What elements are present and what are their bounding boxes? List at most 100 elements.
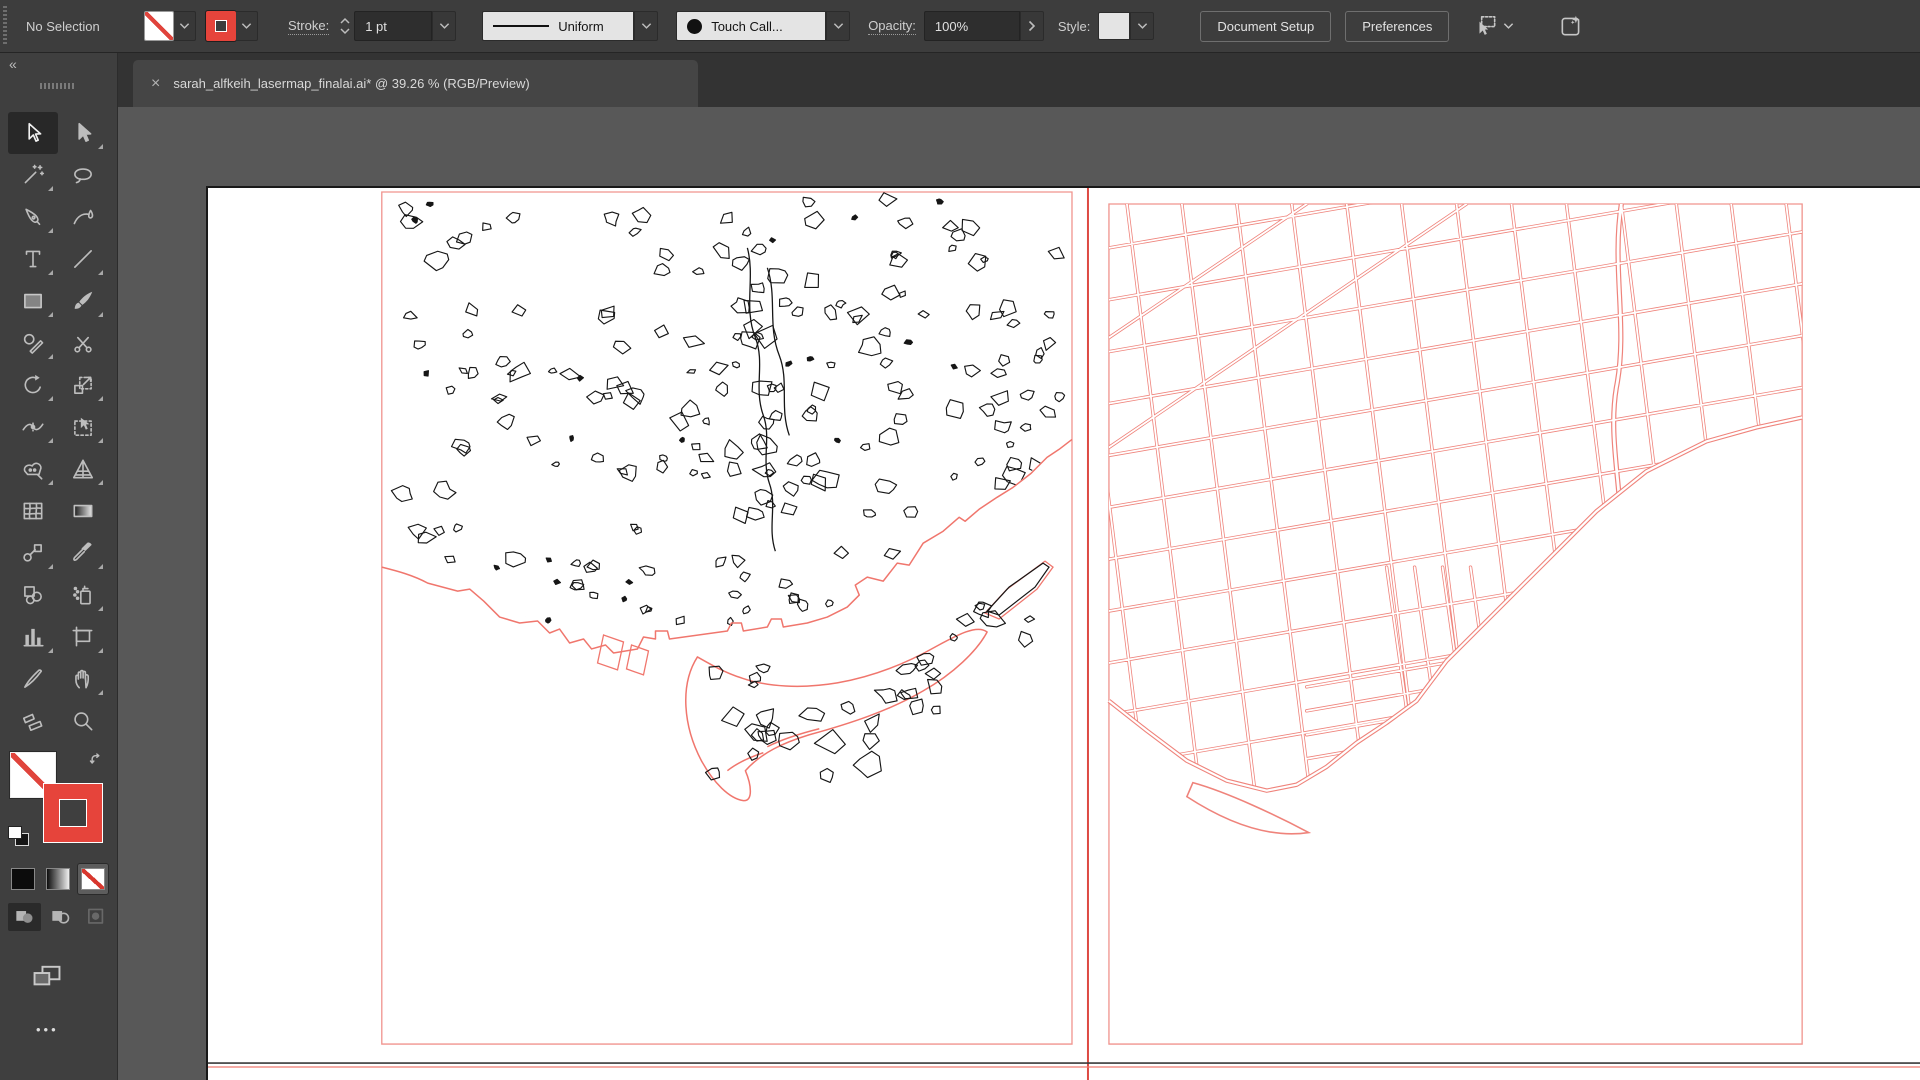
tool-gradient[interactable] [58, 490, 108, 532]
tool-rotate[interactable] [8, 364, 58, 406]
tool-zoom[interactable] [58, 700, 108, 742]
tool-selection[interactable] [8, 112, 58, 154]
style-label[interactable]: Style: [1058, 19, 1091, 34]
tools-panel: ••• [0, 107, 118, 1080]
tool-scale[interactable] [58, 364, 108, 406]
artwork [208, 188, 1920, 1080]
chevron-down-icon[interactable] [826, 11, 850, 41]
select-similar-icon[interactable] [1473, 13, 1499, 39]
tool-artboard[interactable] [58, 616, 108, 658]
left-map-buildings [389, 193, 1065, 627]
control-bar: No Selection Stroke: 1 pt Uniform Touch … [0, 0, 1920, 53]
tab-strip: « × sarah_alfkeih_lasermap_finalai.ai* @… [0, 53, 1920, 107]
left-map-shoreline [382, 439, 1072, 653]
collapse-panel-icon[interactable]: « [9, 56, 16, 72]
tool-blend[interactable] [8, 532, 58, 574]
tool-symbols[interactable] [8, 574, 58, 616]
tool-eyedropper[interactable] [58, 532, 108, 574]
tool-knife[interactable] [8, 658, 58, 700]
swap-fill-stroke-icon[interactable] [88, 752, 108, 777]
width-profile-value: Uniform [558, 19, 604, 34]
tool-direct-selection[interactable] [58, 112, 108, 154]
none-swatch-icon [81, 868, 105, 890]
document-tab[interactable]: × sarah_alfkeih_lasermap_finalai.ai* @ 3… [133, 60, 698, 107]
pasteboard [118, 107, 1920, 1080]
share-document-icon[interactable] [1558, 13, 1584, 39]
opacity-value[interactable]: 100% [924, 11, 1020, 41]
tools-grid [8, 112, 108, 742]
fill-color-control[interactable] [144, 11, 196, 41]
tool-type[interactable] [8, 238, 58, 280]
tool-width[interactable] [8, 406, 58, 448]
brush-dropdown[interactable]: Touch Call... [676, 11, 826, 41]
chevron-down-icon[interactable] [1503, 22, 1514, 30]
right-map-spit [1187, 783, 1309, 834]
chevron-down-icon[interactable] [236, 11, 258, 41]
color-swatch-icon [11, 868, 35, 890]
chevron-right-icon[interactable] [1020, 11, 1044, 41]
fill-none-swatch[interactable] [144, 11, 174, 41]
default-fill-chip [8, 826, 22, 839]
toolbar-drag-grip[interactable] [40, 83, 76, 89]
tool-shape-builder[interactable] [8, 448, 58, 490]
tool-rotate-view[interactable] [8, 700, 58, 742]
document-tab-title: sarah_alfkeih_lasermap_finalai.ai* @ 39.… [173, 76, 529, 91]
stroke-red-swatch[interactable] [206, 11, 236, 41]
uniform-line-icon [493, 25, 549, 28]
toolbar-header: « [0, 53, 118, 107]
left-map-islands-outline [686, 629, 987, 800]
opacity-label[interactable]: Opacity: [868, 18, 916, 35]
style-swatch[interactable] [1098, 12, 1130, 40]
fill-stroke-block [0, 748, 118, 928]
close-tab-icon[interactable]: × [151, 76, 160, 92]
preferences-button[interactable]: Preferences [1345, 11, 1449, 42]
tool-rectangle[interactable] [8, 280, 58, 322]
edit-toolbar-ellipsis[interactable]: ••• [36, 1022, 59, 1037]
right-map-streets [1017, 188, 1871, 922]
artboard-canvas[interactable] [206, 186, 1920, 1080]
draw-inside-button[interactable] [80, 903, 113, 931]
left-map-spit-black [987, 563, 1049, 615]
screen-mode-icon[interactable] [30, 962, 64, 997]
control-bar-grip[interactable] [3, 6, 7, 46]
default-fill-stroke-icon[interactable] [8, 826, 32, 850]
stroke-indicator-red[interactable] [44, 784, 102, 842]
tool-free-transform[interactable] [58, 406, 108, 448]
tool-column-graph[interactable] [8, 616, 58, 658]
gradient-button[interactable] [43, 864, 73, 894]
document-setup-button[interactable]: Document Setup [1200, 11, 1331, 42]
draw-behind-button[interactable] [44, 903, 77, 931]
draw-normal-button[interactable] [8, 903, 41, 931]
chevron-down-icon[interactable] [634, 11, 658, 41]
selection-status: No Selection [26, 19, 144, 34]
left-cut-frame [382, 192, 1072, 1044]
gradient-swatch-icon [46, 868, 70, 890]
stroke-label[interactable]: Stroke: [288, 18, 329, 35]
tool-shaper[interactable] [8, 322, 58, 364]
tool-lasso[interactable] [58, 154, 108, 196]
drawing-mode-buttons [8, 903, 113, 931]
stroke-color-control[interactable] [206, 11, 258, 41]
chevron-down-icon[interactable] [432, 11, 456, 41]
left-map-ravines [747, 248, 789, 551]
tool-pen[interactable] [8, 196, 58, 238]
chevron-down-icon[interactable] [174, 11, 196, 41]
tool-magic-wand[interactable] [8, 154, 58, 196]
tool-scissors[interactable] [58, 322, 108, 364]
stroke-weight-value[interactable]: 1 pt [354, 11, 432, 41]
brush-dot-icon [687, 19, 702, 34]
none-button[interactable] [78, 864, 108, 894]
tool-line-segment[interactable] [58, 238, 108, 280]
tool-symbol-sprayer[interactable] [58, 574, 108, 616]
tool-curvature[interactable] [58, 196, 108, 238]
chevron-down-icon[interactable] [1130, 12, 1154, 40]
brush-value: Touch Call... [711, 19, 783, 34]
appearance-buttons [8, 864, 108, 894]
tool-hand[interactable] [58, 658, 108, 700]
stroke-weight-stepper[interactable] [337, 11, 352, 41]
width-profile-dropdown[interactable]: Uniform [482, 11, 634, 41]
tool-mesh[interactable] [8, 490, 58, 532]
tool-perspective-grid[interactable] [58, 448, 108, 490]
color-button[interactable] [8, 864, 38, 894]
tool-paintbrush[interactable] [58, 280, 108, 322]
